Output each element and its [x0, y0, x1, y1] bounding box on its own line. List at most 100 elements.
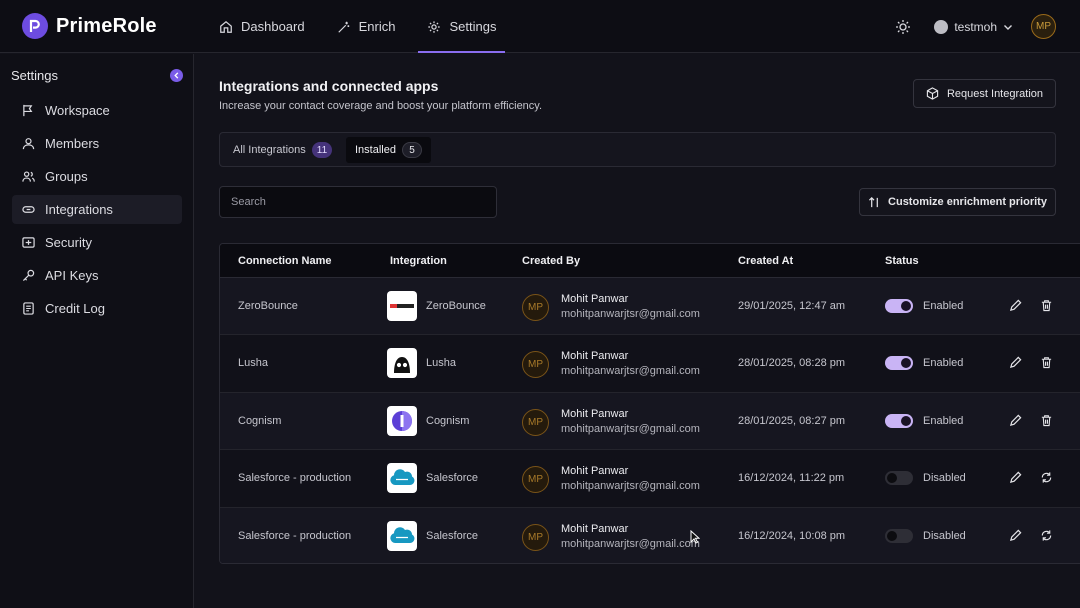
sidebar-item-api-keys[interactable]: API Keys — [12, 261, 182, 290]
edit-icon[interactable] — [1009, 414, 1022, 427]
connection-name: Salesforce - production — [238, 529, 352, 542]
status-toggle[interactable] — [885, 528, 913, 543]
sidebar-item-groups[interactable]: Groups — [12, 162, 182, 191]
box-icon — [926, 87, 939, 100]
integration-name: Salesforce — [426, 529, 478, 542]
main-nav: Dashboard Enrich Settings — [210, 0, 519, 53]
status-toggle[interactable] — [885, 413, 913, 428]
search-input[interactable]: Search — [219, 186, 497, 218]
created-at: 16/12/2024, 11:22 pm — [738, 472, 845, 485]
created-at: 16/12/2024, 10:08 pm — [738, 529, 846, 542]
sidebar-title: Settings — [11, 68, 58, 83]
logo-icon — [22, 13, 48, 39]
sidebar-item-label: Credit Log — [45, 301, 105, 316]
table-row: Lusha Lusha MP Mohit Panwar mohitpanwarj… — [220, 335, 1080, 393]
sidebar-item-label: Integrations — [45, 202, 113, 217]
avatar: MP — [522, 408, 549, 436]
avatar: MP — [522, 523, 549, 551]
creator-email: mohitpanwarjtsr@gmail.com — [561, 365, 700, 378]
user-globe-icon — [934, 19, 949, 34]
workspace-icon — [23, 104, 33, 117]
app-logo[interactable]: PrimeRole — [22, 13, 157, 39]
cognism-logo-icon — [387, 405, 417, 436]
creator-email: mohitpanwarjtsr@gmail.com — [561, 537, 700, 550]
edit-icon[interactable] — [1009, 471, 1022, 484]
trash-icon[interactable] — [1040, 299, 1053, 312]
trash-icon[interactable] — [1040, 356, 1053, 369]
customize-enrichment-priority-button[interactable]: Customize enrichment priority — [859, 188, 1056, 216]
mouse-cursor-icon — [690, 530, 700, 544]
status-label: Enabled — [923, 300, 964, 312]
connection-name: Lusha — [238, 357, 268, 370]
count-badge: 5 — [401, 142, 422, 158]
magic-wand-icon — [337, 21, 349, 33]
top-right-controls: testmoh MP — [894, 0, 1056, 53]
tab-label: All Integrations — [233, 144, 306, 156]
sidebar-item-label: API Keys — [45, 268, 99, 283]
app-name: PrimeRole — [56, 14, 157, 37]
integrations-table: Connection Name Integration Created By C… — [219, 243, 1080, 564]
sync-icon[interactable] — [1040, 471, 1053, 484]
nav-enrich[interactable]: Enrich — [328, 0, 405, 53]
users-icon — [22, 171, 35, 182]
avatar: MP — [522, 466, 549, 494]
request-integration-button[interactable]: Request Integration — [913, 79, 1056, 108]
sidebar-item-label: Workspace — [45, 103, 110, 118]
page-title: Integrations and connected apps — [219, 78, 439, 94]
column-header: Status — [885, 255, 919, 267]
edit-icon[interactable] — [1009, 356, 1022, 369]
status-toggle[interactable] — [885, 299, 913, 313]
theme-toggle-icon[interactable] — [894, 18, 912, 36]
creator-email: mohitpanwarjtsr@gmail.com — [561, 422, 700, 435]
created-at: 28/01/2025, 08:27 pm — [738, 414, 846, 427]
creator-name: Mohit Panwar — [561, 293, 629, 305]
connection-name: ZeroBounce — [238, 300, 298, 312]
status-toggle[interactable] — [885, 356, 913, 371]
sidebar-item-members[interactable]: Members — [12, 129, 182, 158]
page-subtitle: Increase your contact coverage and boost… — [219, 100, 543, 112]
integration-name: Lusha — [426, 357, 456, 370]
lusha-logo-icon — [387, 348, 417, 379]
integration-name: ZeroBounce — [426, 300, 486, 312]
gear-icon — [428, 20, 441, 33]
creator-name: Mohit Panwar — [561, 407, 629, 420]
table-header: Connection Name Integration Created By C… — [220, 244, 1080, 278]
username: testmoh — [954, 19, 997, 34]
link-icon — [22, 206, 35, 213]
user-avatar[interactable]: MP — [1031, 14, 1056, 39]
nav-settings[interactable]: Settings — [418, 0, 506, 53]
tab-installed[interactable]: Installed 5 — [346, 137, 431, 163]
creator-name: Mohit Panwar — [561, 522, 629, 535]
nav-dashboard-label: Dashboard — [241, 19, 305, 34]
collapse-sidebar-button[interactable] — [170, 69, 183, 82]
nav-dashboard[interactable]: Dashboard — [210, 0, 314, 53]
created-at: 28/01/2025, 08:28 pm — [738, 357, 846, 370]
table-row: Salesforce - production Salesforce MP Mo… — [220, 450, 1080, 508]
edit-icon[interactable] — [1009, 529, 1022, 542]
status-label: Disabled — [923, 472, 966, 485]
chevron-left-icon — [174, 72, 179, 79]
sidebar-item-workspace[interactable]: Workspace — [12, 96, 182, 125]
column-header: Integration — [390, 255, 447, 267]
status-toggle[interactable] — [885, 471, 913, 486]
column-header: Connection Name — [238, 255, 332, 267]
workspace-user-menu[interactable]: testmoh — [934, 19, 1013, 34]
status-label: Enabled — [923, 357, 964, 370]
salesforce-logo-icon — [387, 520, 417, 551]
connection-name: Cognism — [238, 414, 282, 427]
edit-icon[interactable] — [1009, 299, 1022, 312]
salesforce-logo-icon — [387, 463, 417, 494]
top-bar: PrimeRole Dashboard Enrich Settings test… — [0, 0, 1080, 53]
trash-icon[interactable] — [1040, 414, 1053, 427]
tab-label: Installed — [355, 144, 396, 156]
sidebar-item-security[interactable]: Security — [12, 228, 182, 257]
connection-name: Salesforce - production — [238, 472, 352, 485]
tab-all-integrations[interactable]: All Integrations 11 — [224, 137, 341, 163]
request-integration-label: Request Integration — [946, 87, 1043, 100]
integration-name: Salesforce — [426, 472, 478, 485]
table-row: ZeroBounce ZeroBounce MP Mohit Panwar mo… — [220, 278, 1080, 336]
sync-icon[interactable] — [1040, 529, 1053, 542]
sidebar-item-credit-log[interactable]: Credit Log — [12, 294, 182, 323]
sidebar-item-integrations[interactable]: Integrations — [12, 195, 182, 224]
key-icon — [22, 269, 35, 282]
